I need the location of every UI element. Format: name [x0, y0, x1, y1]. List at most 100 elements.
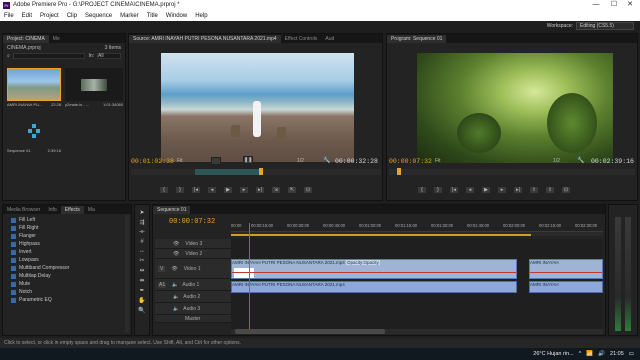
effect-item[interactable]: Notch: [3, 288, 131, 296]
program-go-to-out-button[interactable]: ▸|: [513, 186, 523, 194]
step-forward-button[interactable]: ▸: [239, 186, 249, 194]
project-item[interactable]: AMRI INAYAH PU... 22:28: [7, 68, 61, 107]
speaker-icon[interactable]: 🔈: [173, 294, 179, 300]
slip-tool-icon[interactable]: ⇹: [139, 267, 144, 274]
track-video-3[interactable]: 👁 Video 3: [155, 239, 231, 249]
video-clip-2[interactable]: AMRI INAYAH: [529, 259, 603, 279]
program-go-to-in-button[interactable]: |◂: [449, 186, 459, 194]
razor-tool-icon[interactable]: ✂: [139, 257, 144, 264]
go-to-in-button[interactable]: |◂: [191, 186, 201, 194]
tab-me[interactable]: Me: [49, 35, 64, 43]
menu-edit[interactable]: Edit: [18, 13, 36, 19]
timeline-timecode[interactable]: 00:00:07:32: [169, 218, 215, 226]
effect-item[interactable]: Highpass: [3, 240, 131, 248]
tab-sequence-01[interactable]: Sequence 01: [153, 206, 191, 214]
effects-scrollbar[interactable]: [125, 215, 129, 333]
track-audio-2[interactable]: 🔈 Audio 2: [155, 291, 231, 303]
timeline-playhead[interactable]: [249, 223, 250, 329]
menu-marker[interactable]: Marker: [116, 13, 143, 19]
overwrite-button[interactable]: ⇱: [287, 186, 297, 194]
source-timecode[interactable]: 00:01:02:38: [131, 158, 174, 165]
go-to-out-button[interactable]: ▸|: [255, 186, 265, 194]
timeline-tracks-area[interactable]: AMRI INAYAH PUTRI PESONA NUSANTARA 2021.…: [231, 223, 603, 329]
eye-icon[interactable]: 👁: [171, 266, 177, 272]
tab-info[interactable]: Info: [44, 206, 60, 214]
program-step-forward-button[interactable]: ▸: [497, 186, 507, 194]
source-safe-margins-button[interactable]: [211, 157, 221, 165]
source-scrubber[interactable]: [131, 168, 381, 175]
clock[interactable]: 21:05: [610, 351, 624, 357]
eye-icon[interactable]: 👁: [173, 251, 179, 257]
audio-clip[interactable]: AMRI INAYAH PUTRI PESONA NUSANTARA 2021.…: [231, 281, 517, 293]
effect-item[interactable]: Flanger: [3, 232, 131, 240]
project-item[interactable]: y2mate.is - ... 1:01:34060: [65, 68, 123, 107]
selection-tool-icon[interactable]: ➤: [139, 209, 144, 216]
menu-title[interactable]: Title: [143, 13, 162, 19]
speaker-icon[interactable]: 🔈: [172, 282, 178, 288]
menu-project[interactable]: Project: [36, 13, 63, 19]
effect-item[interactable]: Mute: [3, 280, 131, 288]
source-play-marker[interactable]: ❚❚: [243, 156, 253, 164]
effect-item[interactable]: Invert: [3, 248, 131, 256]
slide-tool-icon[interactable]: ⇼: [139, 277, 144, 284]
effect-item[interactable]: Fill Right: [3, 224, 131, 232]
hand-tool-icon[interactable]: ✋: [138, 297, 145, 304]
rolling-edit-tool-icon[interactable]: #: [140, 239, 143, 245]
program-mark-in-button[interactable]: {: [417, 186, 427, 194]
source-fit-dropdown[interactable]: Fit: [177, 158, 183, 164]
extract-button[interactable]: ⇪: [545, 186, 555, 194]
program-playhead[interactable]: [397, 168, 401, 175]
wrench-icon[interactable]: 🔧: [323, 157, 330, 164]
audio-clip-2[interactable]: AMRI INAYAH: [529, 281, 603, 293]
menu-file[interactable]: File: [0, 13, 18, 19]
project-search-input[interactable]: [12, 53, 86, 59]
program-ratio-dropdown[interactable]: 1/2: [553, 158, 560, 164]
effect-item[interactable]: Lowpass: [3, 256, 131, 264]
menu-sequence[interactable]: Sequence: [81, 13, 116, 19]
minimize-button[interactable]: —: [588, 0, 604, 10]
program-step-back-button[interactable]: ◂: [465, 186, 475, 194]
effect-item[interactable]: Fill Left: [3, 216, 131, 224]
in-filter-dropdown[interactable]: All: [97, 53, 121, 59]
weather-widget[interactable]: 26°C Hujan rin...: [533, 351, 573, 357]
tab-markers[interactable]: Ma: [84, 206, 99, 214]
tab-source[interactable]: Source: AMRI INAYAH PUTRI PESONA NUSANTA…: [129, 35, 281, 43]
effect-item[interactable]: Parametric EQ: [3, 296, 131, 304]
notification-icon[interactable]: ▭: [629, 351, 634, 357]
track-audio-3[interactable]: 🔈 Audio 3: [155, 303, 231, 315]
timeline-scrollbar[interactable]: [231, 329, 603, 334]
track-video-2[interactable]: 👁 Video 2: [155, 249, 231, 259]
tab-program[interactable]: Program: Sequence 01: [387, 35, 447, 43]
menu-help[interactable]: Help: [191, 13, 211, 19]
mark-out-button[interactable]: }: [175, 186, 185, 194]
effect-item[interactable]: Multiband Compressor: [3, 264, 131, 272]
time-ruler[interactable]: 00:00 00:00:15:00 00:00:30:00 00:00:45:0…: [231, 223, 603, 237]
tab-effect-controls[interactable]: Effect Controls: [281, 35, 322, 43]
source-ratio-dropdown[interactable]: 1/2: [297, 158, 304, 164]
export-frame-button[interactable]: ⊡: [303, 186, 313, 194]
source-playhead[interactable]: [259, 168, 263, 175]
step-back-button[interactable]: ◂: [207, 186, 217, 194]
track-select-tool-icon[interactable]: ⇶: [139, 219, 144, 226]
speaker-icon[interactable]: 🔈: [173, 306, 179, 312]
program-play-button[interactable]: ▶: [481, 186, 491, 194]
program-fit-dropdown[interactable]: Fit: [435, 158, 441, 164]
workspace-dropdown[interactable]: Editing (CS5.5): [576, 22, 634, 30]
play-button[interactable]: ▶: [223, 186, 233, 194]
tab-audio[interactable]: Aud: [321, 35, 338, 43]
tab-effects[interactable]: Effects: [60, 206, 84, 214]
program-timecode[interactable]: 00:00:07:32: [389, 158, 432, 165]
insert-button[interactable]: ⇲: [271, 186, 281, 194]
ripple-edit-tool-icon[interactable]: ⟛: [139, 229, 144, 236]
v-source-patch[interactable]: V: [158, 265, 166, 272]
menu-window[interactable]: Window: [162, 13, 191, 19]
tab-media-browser[interactable]: Media Browser: [3, 206, 44, 214]
network-icon[interactable]: 📶: [586, 351, 593, 357]
a1-source-patch[interactable]: A1: [158, 281, 167, 288]
close-button[interactable]: ✕: [622, 0, 638, 10]
pen-tool-icon[interactable]: ✒: [139, 287, 144, 294]
menu-clip[interactable]: Clip: [63, 13, 81, 19]
maximize-button[interactable]: ☐: [606, 0, 622, 10]
volume-icon[interactable]: 🔊: [598, 351, 605, 357]
effect-item[interactable]: Multitap Delay: [3, 272, 131, 280]
